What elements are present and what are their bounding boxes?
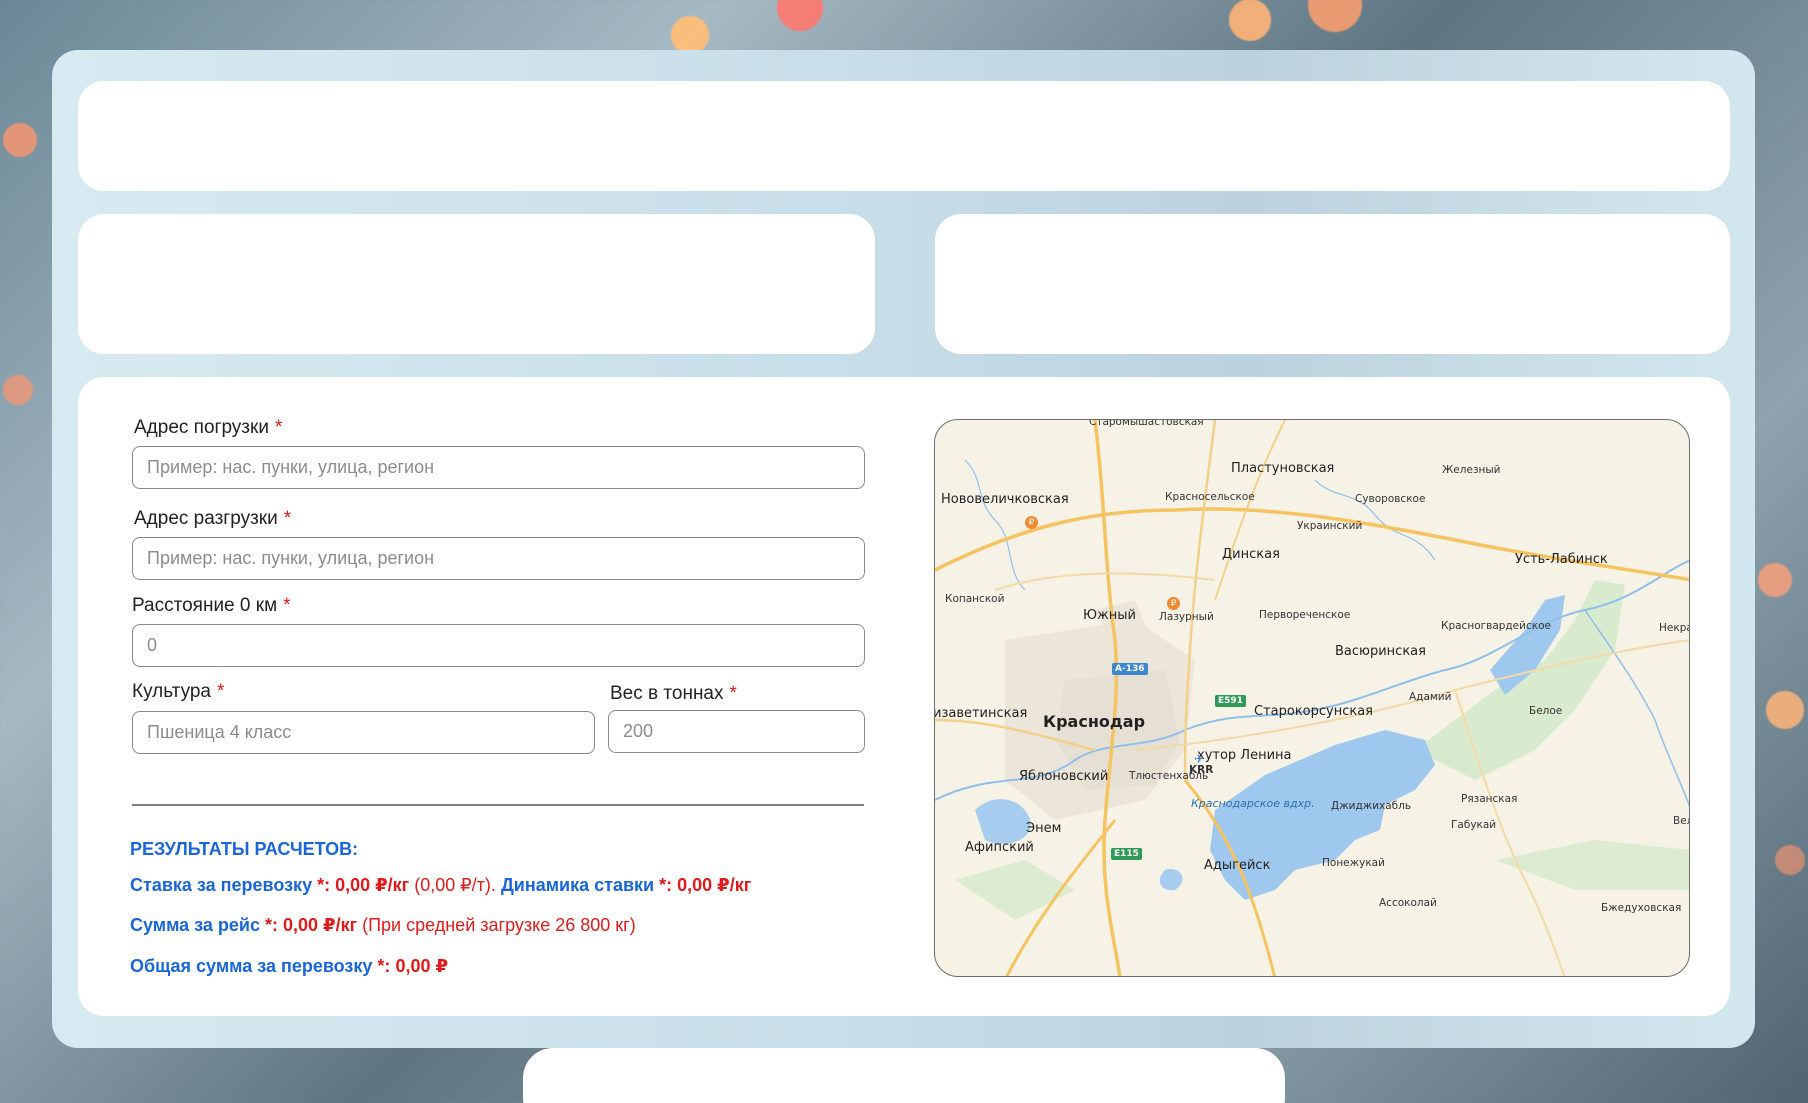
culture-label-text: Культура [132,681,211,702]
map-place: Ассоколай [1379,897,1437,909]
map-place: Васюринская [1335,644,1426,659]
trip-note: (При средней загрузке 26 800 кг) [362,915,636,935]
map-place: Южный [1083,608,1136,623]
trip-label: Сумма за рейс [130,915,260,935]
map-place: Габукай [1451,819,1497,831]
total-result: Общая сумма за перевозку *: 0,00 ₽ [130,956,448,977]
map-place: Яблоновский [1019,769,1109,784]
route-map[interactable]: Старомышастовская Пластуновская Железный… [934,419,1690,977]
map-place: Адамий [1409,691,1452,703]
map-place: Красногвардейское [1441,620,1551,632]
form-divider [132,804,864,806]
total-label: Общая сумма за перевозку [130,956,373,976]
load-address-input[interactable] [132,446,865,489]
map-place: Пластуновская [1231,461,1335,476]
distance-label: Расстояние 0 км * [132,595,291,617]
required-mark: * [217,681,225,702]
map-place: Красносельское [1165,491,1255,503]
required-mark: * [729,683,737,704]
rate-dynamics-label: Динамика ставки [500,875,655,895]
map-place: Старомышастовская [1089,419,1204,428]
distance-input[interactable] [132,624,865,667]
map-place: Динская [1222,547,1280,562]
weight-label-text: Вес в тоннах [610,683,724,704]
fuel-station-icon: ₽ [1167,597,1180,610]
map-place: Первореченское [1259,609,1351,621]
trip-result: Сумма за рейс *: 0,00 ₽/кг (При средней … [130,915,636,936]
map-place: Копанской [945,593,1005,605]
required-mark: * [274,417,283,438]
total-value: 0,00 ₽ [395,956,448,976]
header-panel [78,81,1730,191]
required-mark: * [283,595,291,616]
rate-result: Ставка за перевозку *: 0,00 ₽/кг (0,00 ₽… [130,875,751,896]
road-shield-e591: E591 [1215,695,1246,707]
map-place: Старокорсунская [1254,704,1374,719]
map-place: изаветинская [934,706,1028,721]
required-mark: * [283,508,292,529]
map-place: Нововеличковская [941,492,1069,507]
unload-address-input[interactable] [132,537,865,580]
app-frame: Адрес погрузки* Адрес разгрузки* Расстоя… [52,50,1755,1048]
rate-value: 0,00 ₽/кг [335,875,410,895]
unload-address-label: Адрес разгрузки * [134,508,291,530]
map-place: Усть-Лабинск [1515,552,1608,567]
culture-input[interactable] [132,711,595,754]
map-place: Джиджихабль [1331,800,1412,812]
map-place: Адыгейск [1204,858,1271,873]
calculator-panel: Адрес погрузки* Адрес разгрузки* Расстоя… [78,377,1730,1016]
map-place: Некра [1659,622,1690,634]
map-main-city: Краснодар [1043,712,1146,731]
load-address-label: Адрес погрузки * [134,417,282,439]
map-place: Суворовское [1355,493,1426,505]
airport-icon: ✈ [1194,752,1205,766]
map-place: Рязанская [1461,793,1518,805]
map-place: Железный [1442,464,1501,476]
map-reservoir-label: Краснодарское вдхр. [1191,797,1315,810]
rate-per-ton: (0,00 ₽/т). [414,875,496,895]
road-shield-a136: А-136 [1112,663,1148,675]
map-place: Афипский [965,840,1034,855]
unload-address-label-text: Адрес разгрузки [134,508,278,529]
total-star: *: [377,956,391,976]
rate-dynamics-star: *: [659,875,673,895]
info-panel-right [935,214,1730,354]
map-place: Энем [1026,821,1062,836]
results-title: РЕЗУЛЬТАТЫ РАСЧЕТОВ: [130,839,359,859]
fuel-station-icon: ₽ [1025,516,1038,529]
footer-panel [523,1048,1285,1103]
road-shield-e115: E115 [1111,848,1142,860]
info-panel-left [78,214,875,354]
culture-label: Культура * [132,681,224,703]
rate-star: *: [317,875,331,895]
rate-label: Ставка за перевозку [130,875,313,895]
map-place: Украинский [1297,520,1363,532]
distance-label-text: Расстояние 0 км [132,595,278,616]
map-place: Велик [1673,815,1689,827]
weight-input[interactable] [608,710,865,753]
trip-star: *: [265,915,278,935]
load-address-label-text: Адрес погрузки [134,417,269,438]
map-place: Бжедуховская [1601,902,1682,914]
map-place: хутор Ленина [1197,748,1292,763]
weight-label: Вес в тоннах * [610,683,737,705]
trip-value: 0,00 ₽/кг [283,915,358,935]
map-place: Лазурный [1159,611,1214,623]
map-place: Белое [1529,705,1563,717]
rate-dynamics-value: 0,00 ₽/кг [677,875,752,895]
map-place: Понежукай [1322,857,1385,869]
